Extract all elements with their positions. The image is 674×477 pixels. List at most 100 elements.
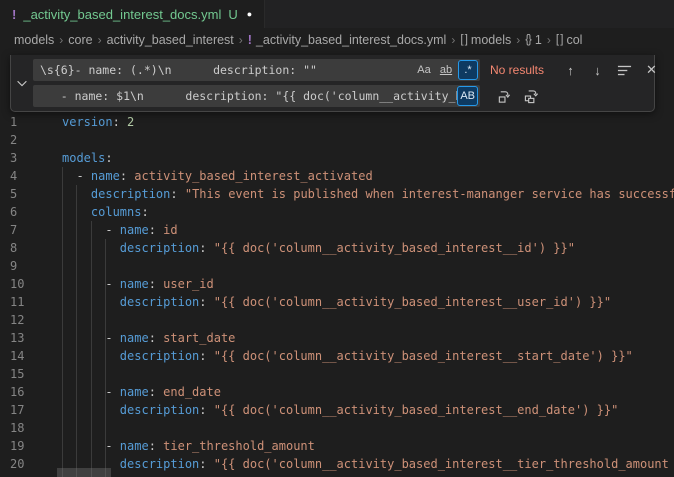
line-number[interactable]: 13 — [0, 329, 40, 347]
code-line[interactable]: 13 - name: start_date — [0, 329, 674, 347]
symbol-object-icon: {} — [525, 34, 531, 46]
code-line[interactable]: 4 - name: activity_based_interest_activa… — [0, 167, 674, 185]
line-number[interactable]: 5 — [0, 185, 40, 203]
toggle-replace-chevron[interactable] — [11, 55, 33, 111]
line-number[interactable]: 6 — [0, 203, 40, 221]
line-number[interactable]: 12 — [0, 311, 40, 329]
code-line[interactable]: 5 description: "This event is published … — [0, 185, 674, 203]
close-button[interactable]: ✕ — [641, 60, 662, 81]
tab-filename: _activity_based_interest_docs.yml — [23, 7, 221, 22]
line-number[interactable]: 3 — [0, 149, 40, 167]
code-line[interactable]: 18 — [0, 419, 674, 437]
next-match-button[interactable]: ↓ — [587, 60, 608, 81]
regex-button[interactable]: .* — [458, 60, 478, 80]
modified-indicator-dot[interactable]: ● — [247, 9, 252, 19]
code-line[interactable]: 3models: — [0, 149, 674, 167]
line-number[interactable]: 20 — [0, 455, 40, 473]
find-in-selection-button[interactable] — [614, 60, 635, 81]
breadcrumb-item-_activity_based_interest_docs.yml[interactable]: ! _activity_based_interest_docs.yml — [248, 33, 447, 47]
breadcrumb-label: _activity_based_interest_docs.yml — [256, 33, 446, 47]
code-text: description: "This event is published wh… — [62, 185, 674, 203]
line-number[interactable]: 9 — [0, 257, 40, 275]
find-input-value: \s{6}- name: (.*)\n description: "" — [33, 63, 414, 77]
previous-match-button[interactable]: ↑ — [560, 60, 581, 81]
horizontal-scrollbar[interactable] — [57, 468, 111, 477]
code-line[interactable]: 2 — [0, 131, 674, 149]
replace-all-icon — [524, 89, 539, 104]
code-line[interactable]: 17 description: "{{ doc('column__activit… — [0, 401, 674, 419]
replace-icon — [497, 89, 512, 104]
line-number[interactable]: 18 — [0, 419, 40, 437]
tab-activity-based-interest-docs[interactable]: ! _activity_based_interest_docs.yml U ● — [0, 0, 265, 28]
breadcrumb-separator: › — [516, 33, 520, 47]
breadcrumb-separator: › — [98, 33, 102, 47]
code-text: - name: activity_based_interest_activate… — [62, 167, 373, 185]
code-text: - name: user_id — [62, 275, 214, 293]
code-text: version: 2 — [62, 113, 134, 131]
yaml-file-icon: ! — [12, 7, 16, 22]
editor-pane[interactable]: 1 version: 2 23models:4 - name: activity_b… — [0, 52, 674, 477]
breadcrumb-separator: › — [239, 33, 243, 47]
preserve-case-button[interactable]: AB — [457, 86, 478, 106]
line-number[interactable]: 4 — [0, 167, 40, 185]
match-case-button[interactable]: Aa — [414, 60, 434, 80]
code-line[interactable]: 16 - name: end_date — [0, 383, 674, 401]
find-in-selection-icon — [617, 63, 632, 78]
code-text: - name: end_date — [62, 383, 221, 401]
breadcrumb-item-models[interactable]: [ ]models — [460, 33, 511, 47]
code-line[interactable]: 7 - name: id — [0, 221, 674, 239]
breadcrumb-label: 1 — [535, 33, 542, 47]
line-number[interactable]: 19 — [0, 437, 40, 455]
line-number[interactable]: 14 — [0, 347, 40, 365]
vscode-window: ! _activity_based_interest_docs.yml U ● … — [0, 0, 674, 477]
find-replace-widget: \s{6}- name: (.*)\n description: "" Aa a… — [10, 55, 655, 112]
code-text: description: "{{ doc('column__activity_b… — [62, 347, 633, 365]
breadcrumb-item-activity_based_interest[interactable]: activity_based_interest — [107, 33, 234, 47]
symbol-array-icon: [ ] — [460, 34, 467, 46]
breadcrumb-label: col — [566, 33, 582, 47]
code-text: - name: start_date — [62, 329, 235, 347]
breadcrumb-item-models[interactable]: models — [14, 33, 54, 47]
code-line[interactable]: 15 — [0, 365, 674, 383]
line-number[interactable]: 8 — [0, 239, 40, 257]
breadcrumb-separator: › — [451, 33, 455, 47]
line-number[interactable]: 15 — [0, 365, 40, 383]
code-line[interactable]: 6 columns: — [0, 203, 674, 221]
code-area[interactable]: 1 version: 2 23models:4 - name: activity_b… — [0, 113, 674, 473]
replace-all-button[interactable] — [521, 86, 542, 107]
code-line[interactable]: 11 description: "{{ doc('column__activit… — [0, 293, 674, 311]
code-line[interactable]: 8 description: "{{ doc('column__activity… — [0, 239, 674, 257]
line-number[interactable]: 1 — [0, 113, 40, 131]
breadcrumb-label: models — [14, 33, 54, 47]
code-text: - name: tier_threshold_amount — [62, 437, 315, 455]
tab-bar: ! _activity_based_interest_docs.yml U ● — [0, 0, 674, 28]
line-number[interactable]: 16 — [0, 383, 40, 401]
replace-input[interactable]: - name: $1\n description: "{{ doc('colum… — [33, 85, 480, 107]
breadcrumb-separator: › — [59, 33, 63, 47]
replace-button[interactable] — [494, 86, 515, 107]
code-text: description: "{{ doc('column__activity_b… — [62, 239, 575, 257]
code-line[interactable]: 9 — [0, 257, 674, 275]
match-count-status: No results — [490, 63, 554, 77]
line-number[interactable]: 2 — [0, 131, 40, 149]
breadcrumb-separator: › — [547, 33, 551, 47]
line-number[interactable]: 7 — [0, 221, 40, 239]
code-line[interactable]: 19 - name: tier_threshold_amount — [0, 437, 674, 455]
code-text: description: "{{ doc('column__activity_b… — [62, 455, 669, 473]
line-number[interactable]: 10 — [0, 275, 40, 293]
breadcrumb-item-1[interactable]: {} 1 — [525, 33, 542, 47]
code-line[interactable]: 10 - name: user_id — [0, 275, 674, 293]
breadcrumb-label: activity_based_interest — [107, 33, 234, 47]
code-line[interactable]: 1 version: 2 — [0, 113, 674, 131]
code-line[interactable]: 14 description: "{{ doc('column__activit… — [0, 347, 674, 365]
breadcrumb-item-col[interactable]: [ ]col — [556, 33, 583, 47]
code-text: description: "{{ doc('column__activity_b… — [62, 293, 611, 311]
breadcrumb-item-core[interactable]: core — [68, 33, 92, 47]
code-line[interactable]: 12 — [0, 311, 674, 329]
line-number[interactable]: 11 — [0, 293, 40, 311]
yaml-icon: ! — [248, 33, 252, 47]
find-input[interactable]: \s{6}- name: (.*)\n description: "" Aa a… — [33, 59, 480, 81]
line-number[interactable]: 17 — [0, 401, 40, 419]
whole-word-button[interactable]: ab — [436, 60, 456, 80]
breadcrumb: models › core › activity_based_interest ›! _ac… — [0, 28, 674, 52]
